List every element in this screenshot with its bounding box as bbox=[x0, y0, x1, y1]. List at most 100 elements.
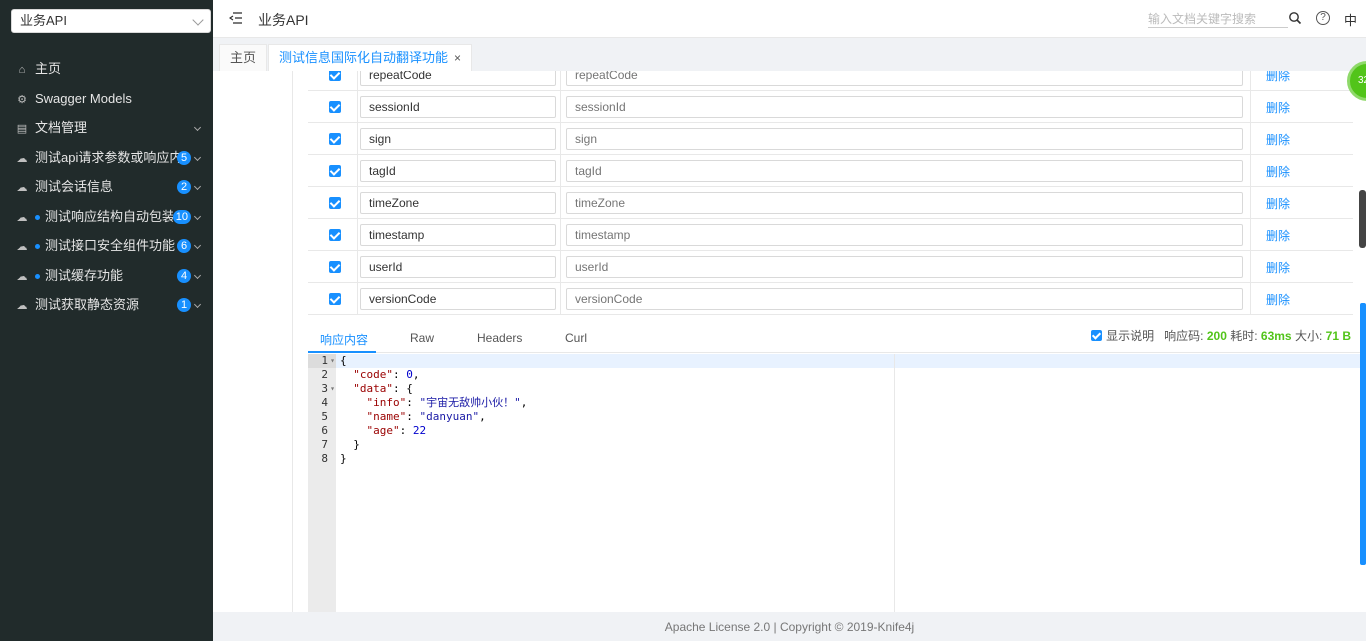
param-row: 删除 bbox=[308, 71, 1353, 91]
chevron-down-icon bbox=[193, 271, 202, 279]
tab-curl[interactable]: Curl bbox=[565, 331, 587, 345]
param-name-input[interactable] bbox=[360, 128, 556, 150]
delete-link[interactable]: 删除 bbox=[1266, 291, 1290, 308]
param-row: 删除 bbox=[308, 155, 1353, 187]
param-checkbox[interactable] bbox=[329, 261, 341, 273]
delete-link[interactable]: 删除 bbox=[1266, 131, 1290, 148]
param-desc-input[interactable] bbox=[566, 224, 1243, 246]
param-name-input[interactable] bbox=[360, 96, 556, 118]
delete-link[interactable]: 删除 bbox=[1266, 227, 1290, 244]
tab-label: 测试信息国际化自动翻译功能 bbox=[279, 50, 449, 65]
delete-link[interactable]: 删除 bbox=[1266, 195, 1290, 212]
param-checkbox[interactable] bbox=[329, 197, 341, 209]
tab-headers[interactable]: Headers bbox=[477, 331, 522, 345]
code-line: "age": 22 bbox=[366, 424, 427, 437]
line-number: 7 bbox=[321, 438, 328, 451]
search-icon[interactable] bbox=[1288, 11, 1302, 25]
param-desc-input[interactable] bbox=[566, 192, 1243, 214]
param-name-input[interactable] bbox=[360, 71, 556, 86]
sidebar-item-doc-management[interactable]: ▤ 文档管理 bbox=[0, 113, 213, 143]
sidebar: 业务API ⌂ 主页 ⚙ Swagger Models ▤ 文档管理 ☁ 测试api请求… bbox=[0, 0, 213, 641]
param-action-cell: 删除 bbox=[1251, 91, 1353, 123]
param-name-input[interactable] bbox=[360, 256, 556, 278]
footer: Apache License 2.0 | Copyright © 2019-Kn… bbox=[213, 612, 1366, 641]
help-icon[interactable]: ? bbox=[1316, 11, 1330, 25]
sidebar-item-home[interactable]: ⌂ 主页 bbox=[0, 54, 213, 84]
param-name-input[interactable] bbox=[360, 160, 556, 182]
sidebar-item-session-info[interactable]: ☁ 测试会话信息 2 bbox=[0, 172, 213, 202]
line-number: 1 ▾ bbox=[308, 354, 336, 368]
delete-link[interactable]: 删除 bbox=[1266, 99, 1290, 116]
code-area[interactable]: { "code": 0, "data": { "info": "宇宙无敌帅小伙！… bbox=[336, 354, 1366, 612]
menu-fold-icon[interactable] bbox=[229, 11, 243, 25]
sidebar-item-label: 测试响应结构自动包装相关 bbox=[45, 208, 173, 224]
cloud-icon: ☁ bbox=[16, 300, 28, 312]
param-name-input[interactable] bbox=[360, 224, 556, 246]
param-desc-cell bbox=[561, 283, 1251, 315]
api-group-select[interactable]: 业务API bbox=[11, 9, 211, 33]
show-desc-checkbox[interactable] bbox=[1091, 330, 1103, 341]
param-desc-input[interactable] bbox=[566, 256, 1243, 278]
param-desc-cell bbox=[561, 251, 1251, 283]
tab-raw[interactable]: Raw bbox=[410, 331, 434, 345]
page-title: 业务API bbox=[258, 12, 309, 28]
param-desc-cell bbox=[561, 71, 1251, 91]
delete-link[interactable]: 删除 bbox=[1266, 163, 1290, 180]
sidebar-item-response-wrap[interactable]: ☁ 测试响应结构自动包装相关 10 bbox=[0, 202, 213, 232]
language-switch[interactable]: 中 bbox=[1344, 10, 1357, 29]
param-checkbox-cell bbox=[308, 187, 358, 219]
param-name-input[interactable] bbox=[360, 288, 556, 310]
param-checkbox-cell bbox=[308, 283, 358, 315]
delete-link[interactable]: 删除 bbox=[1266, 259, 1290, 276]
code-line: } bbox=[340, 452, 347, 465]
param-checkbox[interactable] bbox=[329, 293, 341, 305]
delete-link[interactable]: 删除 bbox=[1266, 71, 1290, 84]
new-dot bbox=[35, 244, 40, 250]
show-desc-label: 显示说明 bbox=[1106, 329, 1155, 343]
divider bbox=[292, 71, 293, 612]
cloud-icon: ☁ bbox=[16, 241, 28, 253]
status-code-value: 200 bbox=[1206, 329, 1227, 343]
line-number: 5 bbox=[321, 410, 328, 423]
scrollbar-thumb[interactable] bbox=[1360, 303, 1366, 565]
tab-label: 主页 bbox=[230, 50, 257, 65]
line-number: 8 bbox=[321, 452, 328, 465]
line-number: 2 bbox=[321, 368, 328, 381]
tab-ink-bar bbox=[308, 351, 376, 353]
tab-response-content[interactable]: 响应内容 bbox=[320, 331, 368, 348]
tab-home[interactable]: 主页 bbox=[219, 44, 268, 71]
param-desc-cell bbox=[561, 123, 1251, 155]
search-input[interactable] bbox=[1148, 10, 1288, 28]
param-checkbox[interactable] bbox=[329, 133, 341, 145]
count-badge: 5 bbox=[177, 150, 191, 165]
param-desc-input[interactable] bbox=[566, 71, 1243, 86]
doc-icon: ▤ bbox=[16, 123, 28, 135]
param-desc-input[interactable] bbox=[566, 96, 1243, 118]
param-row: 删除 bbox=[308, 123, 1353, 155]
param-name-input[interactable] bbox=[360, 192, 556, 214]
param-checkbox[interactable] bbox=[329, 229, 341, 241]
param-checkbox[interactable] bbox=[329, 101, 341, 113]
sidebar-item-cache[interactable]: ☁ 测试缓存功能 4 bbox=[0, 261, 213, 291]
chevron-down-icon bbox=[193, 123, 202, 132]
param-desc-input[interactable] bbox=[566, 128, 1243, 150]
param-desc-input[interactable] bbox=[566, 160, 1243, 182]
sidebar-item-security[interactable]: ☁ 测试接口安全组件功能 6 bbox=[0, 231, 213, 261]
param-checkbox[interactable] bbox=[329, 165, 341, 177]
response-tabs: 响应内容 Raw Headers Curl 显示说明 响应码: 200 耗时: … bbox=[308, 321, 1366, 353]
response-editor[interactable]: 1 ▾ 2 3 ▾ 4 5 6 7 8 { "code": 0, "data": {… bbox=[308, 354, 1366, 612]
param-checkbox[interactable] bbox=[329, 71, 341, 81]
cloud-icon: ☁ bbox=[16, 270, 28, 283]
sidebar-item-swagger-models[interactable]: ⚙ Swagger Models bbox=[0, 84, 213, 114]
scrollbar-track[interactable] bbox=[1359, 190, 1366, 248]
param-action-cell: 删除 bbox=[1251, 251, 1353, 283]
param-action-cell: 删除 bbox=[1251, 187, 1353, 219]
tab-i18n-translate[interactable]: 测试信息国际化自动翻译功能 × bbox=[268, 44, 473, 71]
sidebar-item-api-params[interactable]: ☁ 测试api请求参数或响应内容 5 bbox=[0, 143, 213, 173]
param-name-cell bbox=[358, 123, 561, 155]
sidebar-item-static-resources[interactable]: ☁ 测试获取静态资源 1 bbox=[0, 290, 213, 320]
close-icon[interactable]: × bbox=[454, 51, 461, 65]
param-action-cell: 删除 bbox=[1251, 283, 1353, 315]
param-desc-input[interactable] bbox=[566, 288, 1243, 310]
param-action-cell: 删除 bbox=[1251, 155, 1353, 187]
